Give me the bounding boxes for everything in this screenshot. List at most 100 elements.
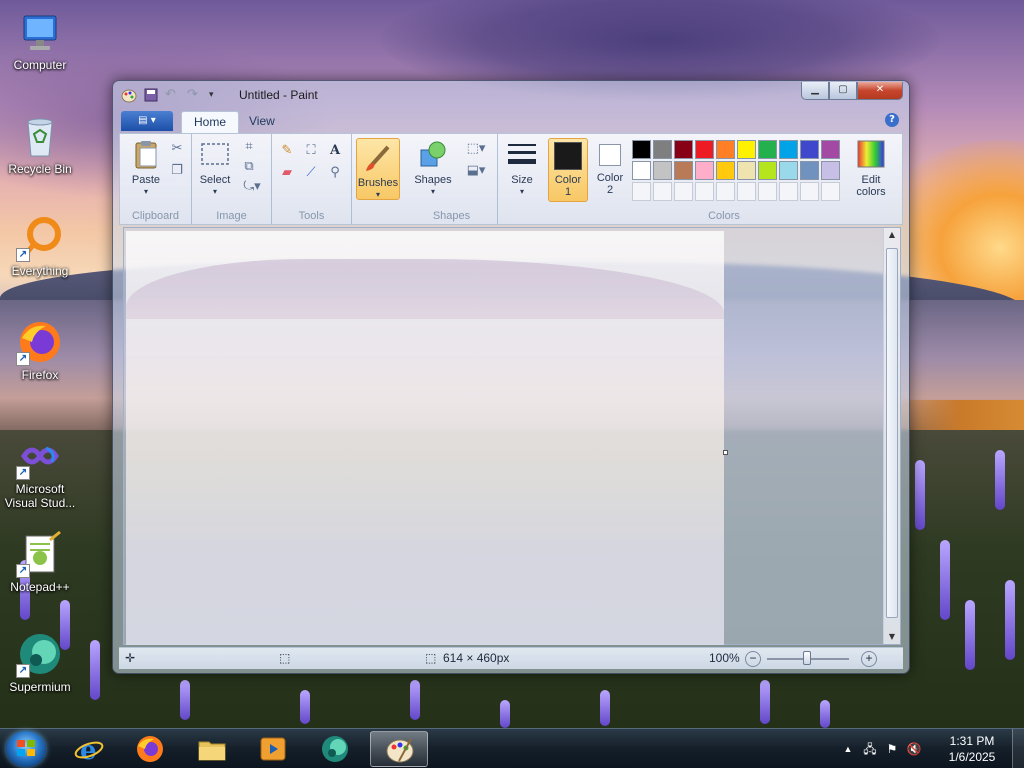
palette-swatch[interactable] bbox=[737, 140, 756, 159]
custom-color-slot[interactable] bbox=[716, 182, 735, 201]
palette-swatch[interactable] bbox=[632, 161, 651, 180]
cut-icon[interactable]: ✂ bbox=[168, 140, 186, 158]
desktop-icon-recycle-bin[interactable]: Recycle Bin bbox=[0, 112, 80, 176]
start-button[interactable] bbox=[6, 731, 46, 767]
network-icon[interactable]: 🖧 bbox=[862, 741, 878, 757]
outline-icon[interactable]: ⬚▾ bbox=[464, 140, 488, 158]
paint-app-icon[interactable] bbox=[121, 87, 137, 103]
desktop-icon-everything[interactable]: ↗ Everything bbox=[0, 214, 80, 278]
color-2-button[interactable]: Color 2 bbox=[590, 138, 630, 196]
title-bar[interactable]: ↶ ↷ ▾ Untitled - Paint ▁ ▢ ✕ bbox=[113, 81, 909, 109]
window-title: Untitled - Paint bbox=[239, 88, 318, 102]
palette-swatch[interactable] bbox=[695, 161, 714, 180]
paste-button[interactable]: Paste ▾ bbox=[128, 138, 164, 198]
color-picker-icon[interactable]: ⟋ bbox=[302, 164, 320, 182]
desktop-icon-supermium[interactable]: ↗ Supermium bbox=[0, 630, 80, 694]
undo-icon[interactable]: ↶ bbox=[165, 87, 181, 103]
palette-swatch[interactable] bbox=[821, 161, 840, 180]
rotate-icon[interactable]: ⤿▾ bbox=[240, 178, 264, 196]
resize-icon[interactable]: ⧉ bbox=[240, 158, 258, 176]
desktop-icon-visual-studio[interactable]: ↗ Microsoft Visual Stud... bbox=[0, 432, 80, 510]
palette-swatch[interactable] bbox=[653, 161, 672, 180]
customize-qat-icon[interactable]: ▾ bbox=[209, 87, 225, 103]
taskbar-internet-explorer[interactable]: e bbox=[60, 731, 118, 767]
palette-swatch[interactable] bbox=[632, 140, 651, 159]
palette-swatch[interactable] bbox=[758, 161, 777, 180]
close-button[interactable]: ✕ bbox=[857, 82, 903, 100]
crop-icon[interactable]: ⌗ bbox=[240, 138, 258, 156]
paint-menu-button[interactable]: ▤ ▾ bbox=[121, 111, 173, 131]
color-1-button[interactable]: Color 1 bbox=[548, 138, 588, 202]
fill-icon[interactable]: ⬓▾ bbox=[464, 162, 488, 180]
redo-icon[interactable]: ↷ bbox=[187, 87, 203, 103]
palette-swatch[interactable] bbox=[695, 140, 714, 159]
maximize-button[interactable]: ▢ bbox=[829, 82, 857, 100]
canvas-reflection bbox=[126, 259, 724, 319]
magnifier-icon[interactable]: ⚲ bbox=[326, 164, 344, 182]
size-button[interactable]: Size ▾ bbox=[502, 138, 542, 198]
zoom-in-button[interactable]: + bbox=[861, 651, 877, 667]
palette-swatch[interactable] bbox=[758, 140, 777, 159]
shortcut-arrow-icon: ↗ bbox=[16, 352, 30, 366]
vertical-scrollbar[interactable]: ▲ ▼ bbox=[883, 228, 900, 644]
taskbar-paint[interactable] bbox=[370, 731, 428, 767]
scroll-thumb[interactable] bbox=[886, 248, 898, 618]
canvas-resize-handle-right[interactable] bbox=[723, 450, 728, 455]
edit-colors-button[interactable]: Edit colors bbox=[848, 138, 894, 198]
drawing-canvas[interactable] bbox=[126, 231, 724, 645]
palette-swatch[interactable] bbox=[800, 140, 819, 159]
action-center-flag-icon[interactable]: ⚑ bbox=[884, 741, 900, 757]
tab-home[interactable]: Home bbox=[181, 111, 240, 133]
help-icon[interactable]: ? bbox=[885, 113, 899, 127]
custom-color-slot[interactable] bbox=[758, 182, 777, 201]
save-icon[interactable] bbox=[143, 87, 159, 103]
eraser-icon[interactable]: ▰ bbox=[278, 164, 296, 182]
zoom-out-button[interactable]: − bbox=[745, 651, 761, 667]
desktop-icon-computer[interactable]: Computer bbox=[0, 8, 80, 72]
palette-swatch[interactable] bbox=[779, 161, 798, 180]
custom-color-slot[interactable] bbox=[800, 182, 819, 201]
brush-icon bbox=[362, 141, 394, 173]
custom-color-slot[interactable] bbox=[737, 182, 756, 201]
taskbar-file-explorer[interactable] bbox=[183, 731, 241, 767]
scroll-up-icon[interactable]: ▲ bbox=[884, 228, 900, 242]
palette-swatch[interactable] bbox=[821, 140, 840, 159]
fill-bucket-icon[interactable]: ⛶ bbox=[302, 142, 320, 160]
custom-color-slot[interactable] bbox=[779, 182, 798, 201]
palette-swatch[interactable] bbox=[779, 140, 798, 159]
taskbar-media-player[interactable] bbox=[244, 731, 302, 767]
custom-color-slot[interactable] bbox=[653, 182, 672, 201]
copy-icon[interactable]: ❐ bbox=[168, 162, 186, 180]
taskbar-firefox[interactable] bbox=[121, 731, 179, 767]
volume-muted-icon[interactable]: 🔇 bbox=[906, 741, 922, 757]
show-desktop-button[interactable] bbox=[1012, 729, 1024, 768]
shapes-group: Shapes ▾ ⬚▾ ⬓▾ Shapes bbox=[406, 134, 498, 224]
desktop-icon-notepad-plus-plus[interactable]: ↗ Notepad++ bbox=[0, 530, 80, 594]
show-hidden-icons[interactable]: ▲ bbox=[840, 741, 856, 757]
palette-swatch[interactable] bbox=[800, 161, 819, 180]
palette-swatch[interactable] bbox=[737, 161, 756, 180]
tab-view[interactable]: View bbox=[237, 111, 287, 133]
pencil-icon[interactable]: ✎ bbox=[278, 142, 296, 160]
clock[interactable]: 1:31 PM 1/6/2025 bbox=[940, 733, 1004, 765]
brushes-button[interactable]: Brushes ▾ bbox=[356, 138, 400, 200]
desktop-icon-firefox[interactable]: ↗ Firefox bbox=[0, 318, 80, 382]
desktop-icon-label: Firefox bbox=[21, 368, 59, 382]
palette-swatch[interactable] bbox=[653, 140, 672, 159]
palette-swatch[interactable] bbox=[716, 161, 735, 180]
select-button[interactable]: Select ▾ bbox=[196, 138, 234, 198]
minimize-button[interactable]: ▁ bbox=[801, 82, 829, 100]
palette-swatch[interactable] bbox=[716, 140, 735, 159]
custom-color-slot[interactable] bbox=[695, 182, 714, 201]
palette-swatch[interactable] bbox=[674, 161, 693, 180]
palette-swatch[interactable] bbox=[674, 140, 693, 159]
custom-color-slot[interactable] bbox=[632, 182, 651, 201]
text-tool-icon[interactable]: A bbox=[326, 142, 344, 160]
scroll-down-icon[interactable]: ▼ bbox=[884, 630, 900, 644]
shapes-button[interactable]: Shapes ▾ bbox=[410, 138, 456, 198]
custom-color-slot[interactable] bbox=[674, 182, 693, 201]
taskbar: e ▲ 🖧 ⚑ 🔇 1:31 PM 1/6/2025 bbox=[0, 728, 1024, 768]
taskbar-supermium[interactable] bbox=[306, 731, 364, 767]
custom-color-slot[interactable] bbox=[821, 182, 840, 201]
zoom-slider-thumb[interactable] bbox=[803, 651, 811, 665]
